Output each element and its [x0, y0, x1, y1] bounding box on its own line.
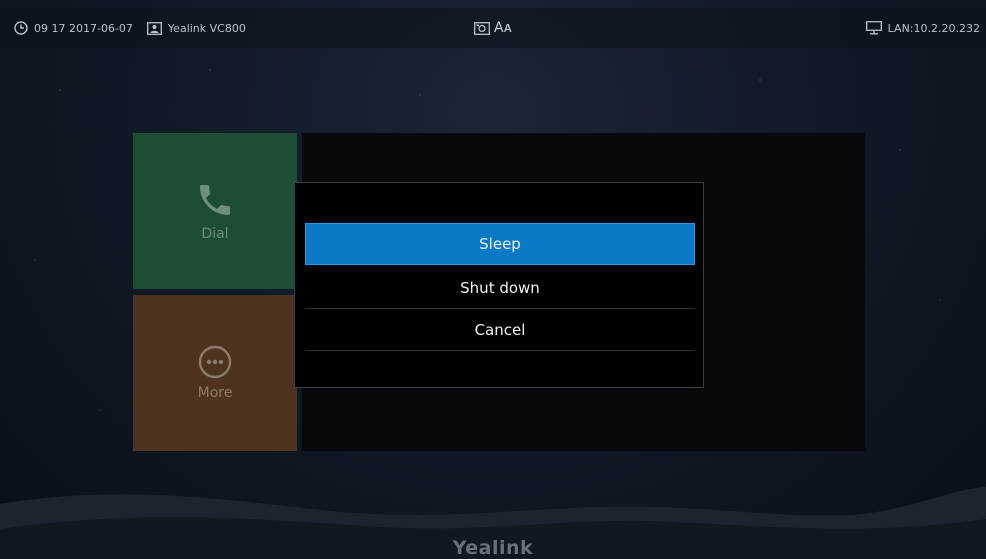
dial-tile[interactable]: Dial	[133, 133, 297, 289]
clock-icon	[14, 21, 28, 35]
account-icon	[146, 21, 162, 35]
status-left: 09 17 2017-06-07 Yealink VC800	[14, 21, 246, 35]
status-right: LAN:10.2.20.232	[865, 21, 980, 35]
camera-icon	[474, 21, 490, 35]
screen: { "status_bar": { "time_date": "09 17 20…	[0, 0, 986, 559]
power-options-dialog: Sleep Shut down Cancel	[294, 182, 704, 388]
network-address-text: LAN:10.2.20.232	[887, 21, 980, 35]
font-icon: Aᴀ	[494, 20, 512, 36]
phone-icon	[195, 180, 235, 220]
status-center: Aᴀ	[474, 20, 512, 36]
dial-label: Dial	[201, 226, 229, 242]
date-time-text: 09 17 2017-06-07	[34, 21, 133, 35]
network-monitor-icon	[865, 21, 882, 35]
device-name-text: Yealink VC800	[167, 21, 246, 35]
more-tile[interactable]: More	[133, 295, 297, 451]
cancel-option[interactable]: Cancel	[305, 309, 695, 351]
shut-down-option[interactable]: Shut down	[305, 267, 695, 309]
brand-logo: Yealink	[452, 537, 534, 559]
more-icon	[198, 345, 232, 379]
status-bar: 09 17 2017-06-07 Yealink VC800 Aᴀ LAN:10…	[0, 8, 986, 48]
sleep-option[interactable]: Sleep	[305, 223, 695, 265]
more-label: More	[197, 385, 233, 401]
